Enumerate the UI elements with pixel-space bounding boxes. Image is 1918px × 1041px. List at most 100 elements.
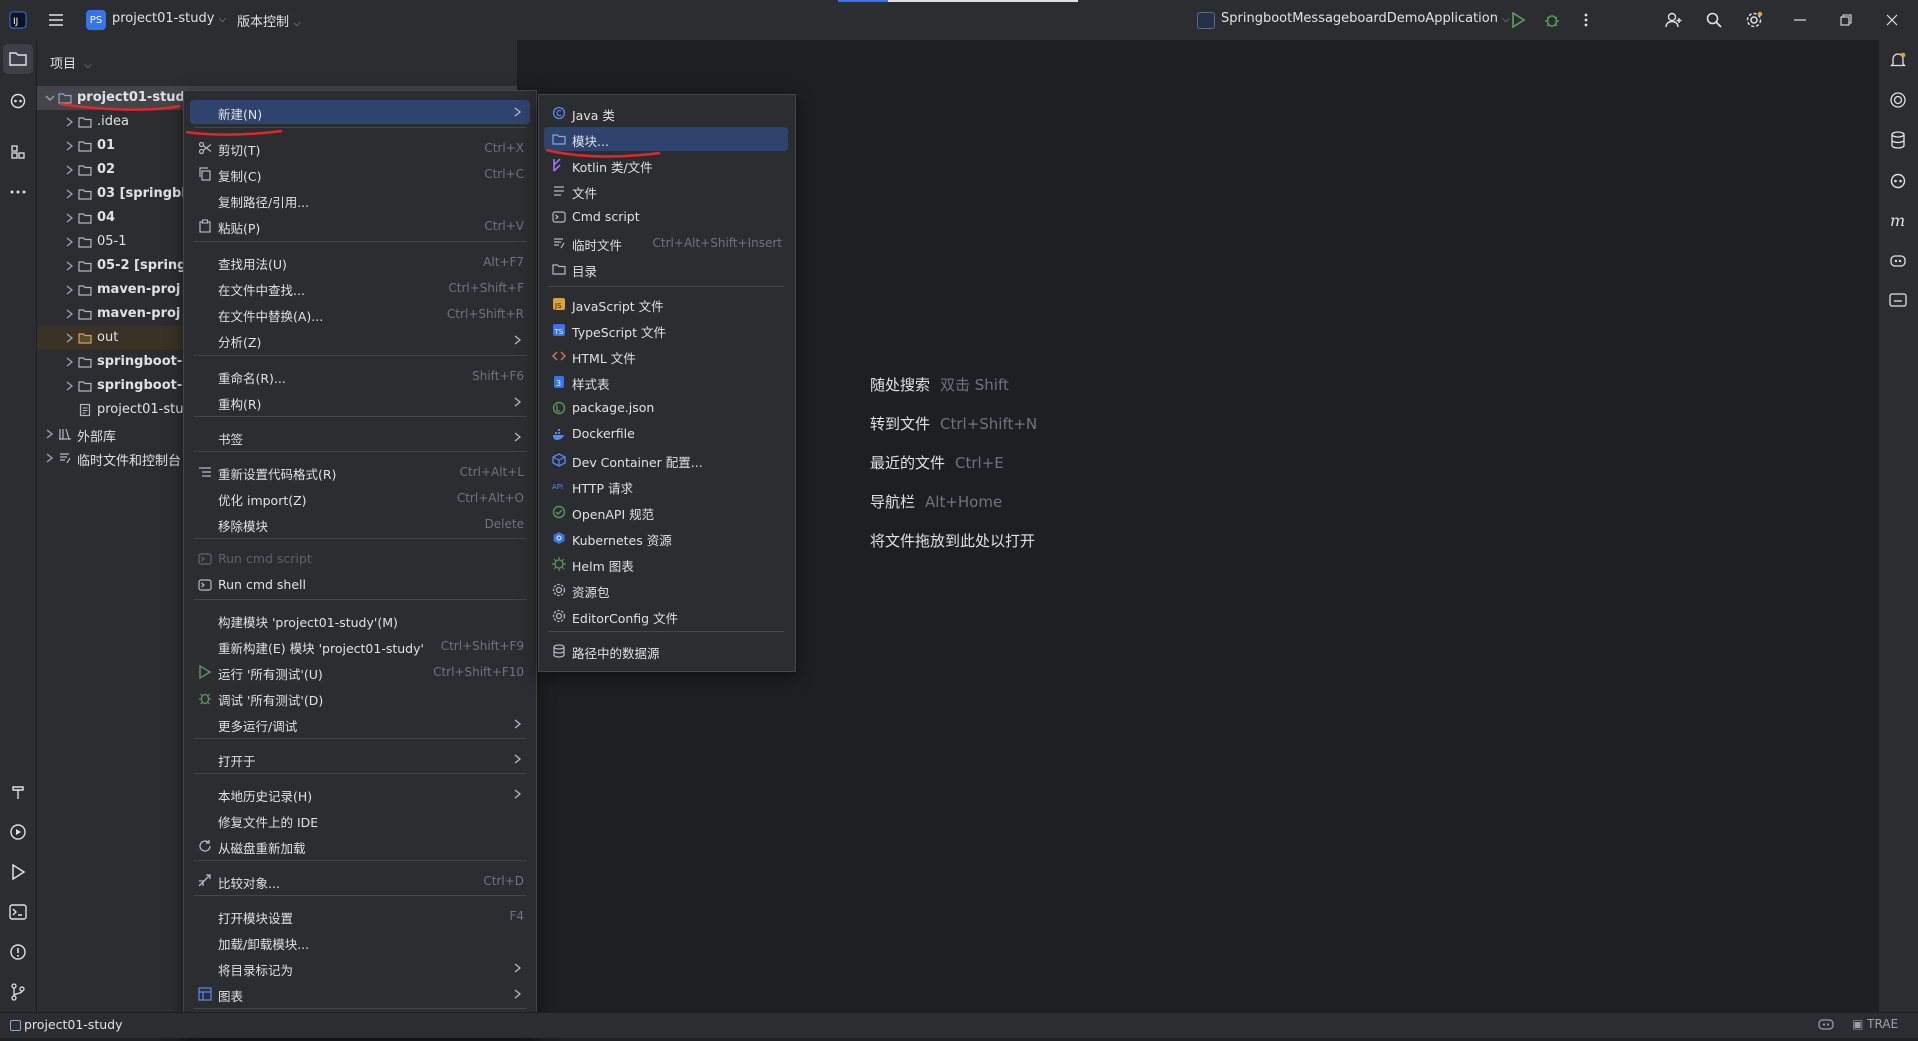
menu-item-4[interactable]: 粘贴(P) Ctrl+V: [190, 214, 530, 238]
submenu-item-3[interactable]: 文件: [544, 179, 788, 203]
ai-assistant-icon[interactable]: [1886, 88, 1910, 112]
menu-item-25[interactable]: 从磁盘重新加载: [190, 834, 530, 858]
project-switcher[interactable]: project01-study ⌵: [112, 11, 226, 26]
submenu-item-20[interactable]: 路径中的数据源: [544, 639, 788, 663]
menu-item-12[interactable]: 重新设置代码格式(R) Ctrl+Alt+L: [190, 460, 530, 484]
menu-item-11[interactable]: 书签: [190, 425, 530, 449]
restore-icon[interactable]: [1834, 8, 1858, 32]
copilot-chat-icon[interactable]: [1886, 168, 1910, 192]
submenu-item-4[interactable]: Cmd script: [544, 205, 788, 229]
chevron-right-icon[interactable]: [63, 139, 77, 153]
build-hammer-icon[interactable]: [6, 780, 30, 804]
copilot-agent-icon[interactable]: [1886, 248, 1910, 272]
copilot-status-icon[interactable]: [1818, 1016, 1834, 1032]
submenu-item-5[interactable]: 临时文件 Ctrl+Alt+Shift+Insert: [544, 231, 788, 255]
submenu-item-18[interactable]: 资源包: [544, 578, 788, 602]
menu-item-17[interactable]: 构建模块 'project01-study'(M): [190, 608, 530, 632]
run-config-selector[interactable]: SpringbootMessageboardDemoApplication ⌵: [1221, 11, 1510, 26]
run-tool-icon[interactable]: [6, 860, 30, 884]
search-icon[interactable]: [1702, 8, 1726, 32]
settings-gear-icon[interactable]: [1742, 8, 1766, 32]
chevron-right-icon[interactable]: [63, 355, 77, 369]
submenu-item-14[interactable]: API HTTP 请求: [544, 474, 788, 498]
copilot-icon[interactable]: [6, 88, 30, 112]
menu-item-8[interactable]: 分析(Z): [190, 328, 530, 352]
submenu-item-17[interactable]: Helm 图表: [544, 552, 788, 576]
submenu-item-8[interactable]: TS TypeScript 文件: [544, 318, 788, 342]
run-icon[interactable]: [1506, 8, 1530, 32]
menu-item-26[interactable]: 比较对象... Ctrl+D: [190, 869, 530, 893]
submenu-item-2[interactable]: Kotlin 类/文件: [544, 153, 788, 177]
problems-icon[interactable]: [6, 940, 30, 964]
submenu-item-11[interactable]: package.json: [544, 396, 788, 420]
submenu-item-15[interactable]: OpenAPI 规范: [544, 500, 788, 524]
menu-item-18[interactable]: 重新构建(E) 模块 'project01-study' Ctrl+Shift+F…: [190, 634, 530, 658]
menu-item-28[interactable]: 加载/卸载模块...: [190, 930, 530, 954]
status-breadcrumb[interactable]: project01-study: [24, 1017, 122, 1032]
submenu-item-10[interactable]: 3 样式表: [544, 370, 788, 394]
git-branch-icon[interactable]: [6, 980, 30, 1004]
submenu-item-12[interactable]: Dockerfile: [544, 422, 788, 446]
menu-item-9[interactable]: 重命名(R)... Shift+F6: [190, 364, 530, 388]
chevron-right-icon[interactable]: [63, 115, 77, 129]
menu-item-13[interactable]: 优化 import(Z) Ctrl+Alt+O: [190, 486, 530, 510]
menu-item-20[interactable]: 调试 '所有测试'(D): [190, 686, 530, 710]
menu-item-22[interactable]: 打开于: [190, 747, 530, 771]
menu-item-19[interactable]: 运行 '所有测试'(U) Ctrl+Shift+F10: [190, 660, 530, 684]
submenu-item-1[interactable]: 模块...: [544, 127, 788, 151]
chevron-right-icon[interactable]: [63, 187, 77, 201]
project-folder-icon[interactable]: [6, 47, 30, 71]
database-icon[interactable]: [1886, 128, 1910, 152]
chevron-right-icon[interactable]: [63, 163, 77, 177]
menu-item-1[interactable]: 剪切(T) Ctrl+X: [190, 136, 530, 160]
structure-icon[interactable]: [6, 140, 30, 164]
menu-item-5[interactable]: 查找用法(U) Alt+F7: [190, 250, 530, 274]
menu-item-2[interactable]: 复制(C) Ctrl+C: [190, 162, 530, 186]
submenu-item-0[interactable]: Java 类: [544, 101, 788, 125]
minimize-icon[interactable]: [1788, 8, 1812, 32]
submenu-item-19[interactable]: EditorConfig 文件: [544, 604, 788, 628]
menu-item-30[interactable]: 图表: [190, 982, 530, 1006]
app-logo-icon[interactable]: IJ: [6, 8, 30, 32]
maven-icon[interactable]: m: [1886, 208, 1910, 232]
chevron-right-icon[interactable]: [43, 451, 57, 465]
menu-item-23[interactable]: 本地历史记录(H): [190, 782, 530, 806]
chevron-right-icon[interactable]: [63, 379, 77, 393]
submenu-item-9[interactable]: HTML 文件: [544, 344, 788, 368]
chevron-right-icon[interactable]: [63, 235, 77, 249]
chevron-right-icon[interactable]: [63, 307, 77, 321]
vcs-menu[interactable]: 版本控制 ⌵: [237, 11, 301, 30]
chevron-right-icon[interactable]: [43, 427, 57, 441]
trae-panel-icon[interactable]: [1886, 288, 1910, 312]
submenu-item-16[interactable]: Kubernetes 资源: [544, 526, 788, 550]
menu-item-7[interactable]: 在文件中替换(A)... Ctrl+Shift+R: [190, 302, 530, 326]
menu-item-16[interactable]: Run cmd shell: [190, 573, 530, 597]
menu-item-29[interactable]: 将目录标记为: [190, 956, 530, 980]
trae-status-widget[interactable]: ▣ TRAE: [1852, 1017, 1898, 1031]
project-panel-header[interactable]: 项目 ⌵: [50, 53, 92, 72]
services-icon[interactable]: [6, 820, 30, 844]
terminal-icon[interactable]: [6, 900, 30, 924]
debug-icon[interactable]: [1540, 8, 1564, 32]
notifications-bell-icon[interactable]: [1886, 48, 1910, 72]
submenu-item-6[interactable]: 目录: [544, 257, 788, 281]
submenu-item-13[interactable]: Dev Container 配置...: [544, 448, 788, 472]
menu-item-0[interactable]: 新建(N): [190, 100, 530, 124]
main-menu-icon[interactable]: [44, 8, 68, 32]
chevron-right-icon[interactable]: [63, 283, 77, 297]
menu-item-10[interactable]: 重构(R): [190, 390, 530, 414]
close-icon[interactable]: [1880, 8, 1904, 32]
menu-item-14[interactable]: 移除模块 Delete: [190, 512, 530, 536]
more-actions-icon[interactable]: [1574, 8, 1598, 32]
chevron-right-icon[interactable]: [63, 211, 77, 225]
chevron-right-icon[interactable]: [63, 259, 77, 273]
menu-item-27[interactable]: 打开模块设置 F4: [190, 904, 530, 928]
add-user-icon[interactable]: [1662, 8, 1686, 32]
submenu-item-7[interactable]: JS JavaScript 文件: [544, 292, 788, 316]
more-tools-icon[interactable]: [6, 180, 30, 204]
menu-item-6[interactable]: 在文件中查找... Ctrl+Shift+F: [190, 276, 530, 300]
chevron-down-icon[interactable]: [43, 91, 57, 105]
menu-item-3[interactable]: 复制路径/引用...: [190, 188, 530, 212]
menu-item-21[interactable]: 更多运行/调试: [190, 712, 530, 736]
project-badge[interactable]: PS: [86, 10, 106, 30]
